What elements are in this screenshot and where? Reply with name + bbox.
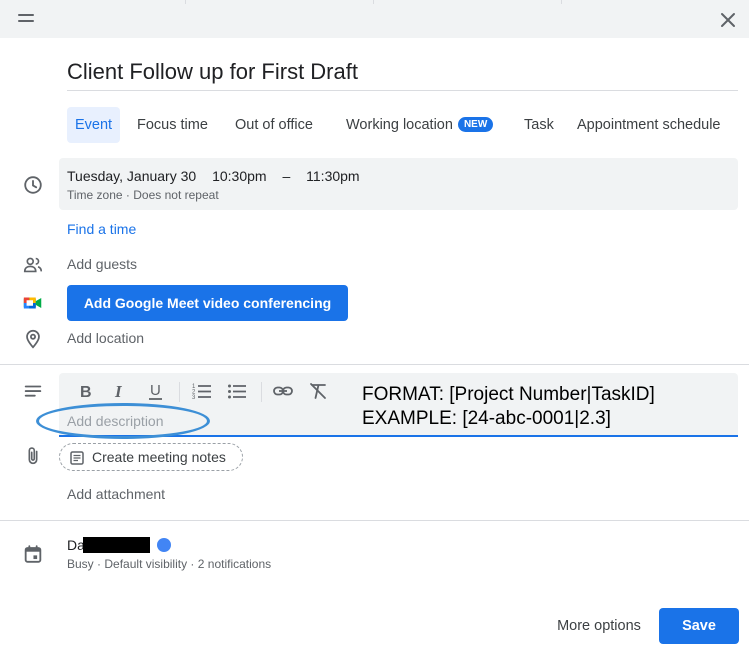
svg-text:I: I xyxy=(114,382,123,401)
link-icon[interactable] xyxy=(272,380,294,402)
calendar-color-dot[interactable] xyxy=(157,538,171,552)
tab-focus-time[interactable]: Focus time xyxy=(137,107,208,143)
separator-dot: · xyxy=(97,557,102,571)
description-lines-icon xyxy=(24,385,42,397)
add-google-meet-button[interactable]: Add Google Meet video conferencing xyxy=(67,285,348,321)
time-separator: – xyxy=(282,168,291,184)
tab-label: Task xyxy=(524,117,554,133)
tab-task[interactable]: Task xyxy=(524,107,554,143)
toolbar-separator xyxy=(261,382,262,402)
numbered-list-icon[interactable]: 1 2 3 xyxy=(191,380,213,402)
repeat-setting[interactable]: Does not repeat xyxy=(133,188,218,202)
example-line: EXAMPLE: [24-abc-0001|2.3] xyxy=(362,408,611,429)
paperclip-icon xyxy=(28,447,38,465)
meeting-notes-label: Create meeting notes xyxy=(92,449,226,465)
tab-working-location[interactable]: Working location NEW xyxy=(346,107,494,143)
background-grid-lines xyxy=(0,0,749,4)
date-time-sub: Time zone · Does not repeat xyxy=(67,188,219,202)
tab-event[interactable]: Event xyxy=(67,107,121,143)
notes-doc-icon xyxy=(70,451,84,465)
tab-appointment-schedule[interactable]: Appointment schedule xyxy=(577,107,721,143)
event-title-input[interactable] xyxy=(67,55,738,89)
underline-icon[interactable]: U xyxy=(145,380,167,402)
close-icon xyxy=(721,13,735,27)
event-date[interactable]: Tuesday, January 30 xyxy=(67,168,196,184)
bold-icon[interactable]: B xyxy=(75,380,97,402)
format-line: FORMAT: [Project Number|TaskID] xyxy=(362,384,655,405)
end-time[interactable]: 11:30pm xyxy=(306,168,359,184)
clock-icon xyxy=(24,176,42,194)
tab-label: Out of office xyxy=(235,117,313,133)
svg-text:U: U xyxy=(150,382,161,399)
tab-label: Appointment schedule xyxy=(577,117,721,133)
find-a-time-link[interactable]: Find a time xyxy=(67,221,136,237)
event-title-field[interactable] xyxy=(67,55,738,91)
more-options-button[interactable]: More options xyxy=(545,608,653,644)
add-location-field[interactable]: Add location xyxy=(67,330,144,346)
section-divider xyxy=(0,364,749,365)
people-icon xyxy=(23,257,43,273)
svg-text:3: 3 xyxy=(192,395,196,401)
italic-icon[interactable]: I xyxy=(109,380,131,402)
calendar-icon xyxy=(24,545,42,563)
start-time[interactable]: 10:30pm xyxy=(212,168,266,184)
date-time-main: Tuesday, January 30 10:30pm – 11:30pm xyxy=(67,168,372,184)
save-button[interactable]: Save xyxy=(659,608,739,644)
google-meet-icon xyxy=(23,297,42,309)
add-guests-field[interactable]: Add guests xyxy=(67,256,137,272)
visibility-setting[interactable]: Default visibility xyxy=(104,557,187,571)
separator-dot: · xyxy=(190,557,195,571)
date-time-selector[interactable]: Tuesday, January 30 10:30pm – 11:30pm Ti… xyxy=(59,158,738,210)
location-pin-icon xyxy=(26,329,40,349)
time-zone-link[interactable]: Time zone xyxy=(67,188,123,202)
dialog-header xyxy=(0,0,749,38)
notifications-setting[interactable]: 2 notifications xyxy=(198,557,271,571)
close-button[interactable] xyxy=(716,8,740,32)
create-meeting-notes-button[interactable]: Create meeting notes xyxy=(59,443,243,471)
svg-text:B: B xyxy=(80,384,92,401)
new-badge: NEW xyxy=(457,117,494,132)
busy-status[interactable]: Busy xyxy=(67,557,94,571)
add-attachment-link[interactable]: Add attachment xyxy=(67,486,165,502)
tab-out-of-office[interactable]: Out of office xyxy=(235,107,313,143)
toolbar-separator xyxy=(179,382,180,402)
remove-formatting-icon[interactable] xyxy=(307,380,329,402)
format-annotation: FORMAT: [Project Number|TaskID] EXAMPLE:… xyxy=(362,383,655,431)
owner-settings: Busy · Default visibility · 2 notificati… xyxy=(67,557,271,571)
separator-dot: · xyxy=(125,188,130,202)
section-divider xyxy=(0,520,749,521)
bulleted-list-icon[interactable] xyxy=(226,380,248,402)
tab-label: Focus time xyxy=(137,117,208,133)
drag-handle-icon[interactable] xyxy=(18,14,34,24)
redaction-bar xyxy=(83,537,150,553)
highlight-ellipse xyxy=(36,403,210,439)
tab-label: Working location xyxy=(346,117,453,133)
tab-label: Event xyxy=(75,117,113,133)
